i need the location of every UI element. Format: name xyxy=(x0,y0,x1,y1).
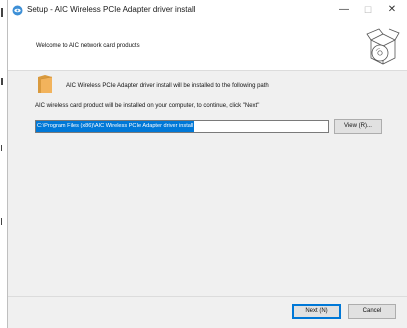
view-browse-button[interactable]: View (R)... xyxy=(334,119,382,134)
background-text-fragment xyxy=(1,218,2,225)
footer-divider xyxy=(8,296,407,297)
install-path-value[interactable]: C:\Program Files (x86)\AIC Wireless PCIe… xyxy=(36,121,195,132)
setup-app-icon xyxy=(12,5,23,16)
background-text-fragment xyxy=(1,145,2,151)
wizard-content: AIC Wireless PCIe Adapter driver install… xyxy=(8,71,407,296)
next-button[interactable]: Next (N) xyxy=(292,304,341,319)
title-bar[interactable]: Setup - AIC Wireless PCIe Adapter driver… xyxy=(8,0,407,22)
cancel-button[interactable]: Cancel xyxy=(348,304,396,319)
background-window-edge xyxy=(0,0,7,328)
close-button[interactable]: ✕ xyxy=(380,2,404,18)
minimize-button[interactable]: — xyxy=(332,2,356,18)
folder-icon xyxy=(38,75,53,93)
background-text-fragment xyxy=(1,78,3,85)
window-title: Setup - AIC Wireless PCIe Adapter driver… xyxy=(27,5,196,14)
install-path-message: AIC Wireless PCIe Adapter driver install… xyxy=(66,83,269,89)
welcome-heading: Welcome to AIC network card products xyxy=(36,43,140,49)
install-path-input[interactable]: C:\Program Files (x86)\AIC Wireless PCIe… xyxy=(35,120,329,133)
instruction-text: AIC wireless card product will be instal… xyxy=(35,103,260,109)
wizard-header: Welcome to AIC network card products xyxy=(8,22,407,71)
maximize-button[interactable]: ☐ xyxy=(356,2,380,18)
box-disc-icon xyxy=(366,28,400,65)
setup-window: Setup - AIC Wireless PCIe Adapter driver… xyxy=(7,0,407,328)
background-text-fragment xyxy=(1,8,3,17)
